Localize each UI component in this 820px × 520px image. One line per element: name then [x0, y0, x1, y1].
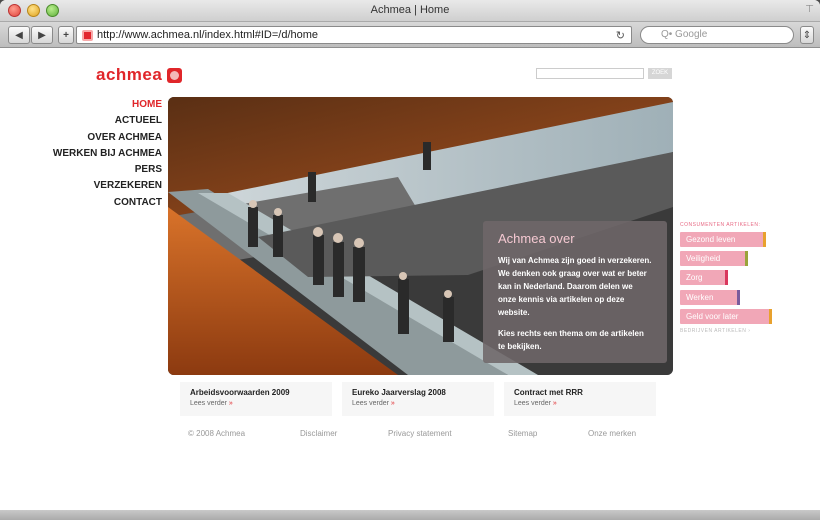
news-item-contract-rrr[interactable]: Contract met RRR Lees verder » — [504, 382, 656, 416]
category-accent — [725, 270, 728, 285]
category-gezond-leven[interactable]: Gezond leven — [680, 232, 766, 247]
news-title: Eureko Jaarverslag 2008 — [352, 388, 446, 397]
nav-item-pers[interactable]: PERS — [18, 162, 162, 178]
category-label: Werken — [686, 293, 714, 302]
news-item-arbeidsvoorwaarden[interactable]: Arbeidsvoorwaarden 2009 Lees verder » — [180, 382, 332, 416]
status-bar — [0, 510, 820, 520]
about-instruction: Kies rechts een thema om de artikelen te… — [498, 329, 644, 351]
category-geld-voor-later[interactable]: Geld voor later — [680, 309, 772, 324]
nav-item-home[interactable]: HOME — [18, 97, 162, 113]
nav-item-verzekeren[interactable]: VERZEKEREN — [18, 178, 162, 194]
news-item-eureko-jaarverslag[interactable]: Eureko Jaarverslag 2008 Lees verder » — [342, 382, 494, 416]
copyright-text: © 2008 Achmea — [188, 429, 246, 438]
about-text: Wij van Achmea zijn goed in verzekeren. … — [498, 256, 652, 317]
category-label: Geld voor later — [686, 312, 739, 321]
footer-link-disclaimer[interactable]: Disclaimer — [300, 429, 337, 438]
web-page: achmea ZOEK HOME ACTUEEL OVER ACHMEA WER… — [8, 48, 812, 510]
site-search-button[interactable]: ZOEK — [648, 68, 672, 79]
footer-link-privacy[interactable]: Privacy statement — [388, 429, 452, 438]
consumer-articles-header: CONSUMENTEN ARTIKELEN: — [680, 222, 761, 228]
reload-icon[interactable]: ↻ — [616, 28, 625, 44]
search-placeholder: Q• Google — [661, 29, 708, 40]
logo-text: achmea — [96, 65, 163, 84]
footer-link-onze-merken[interactable]: Onze merken — [588, 429, 636, 438]
news-title: Contract met RRR — [514, 388, 583, 397]
title-bar: Achmea | Home ⊤ — [0, 0, 820, 22]
main-navigation: HOME ACTUEEL OVER ACHMEA WERKEN BIJ ACHM… — [18, 97, 162, 211]
forward-button[interactable]: ▶ — [31, 26, 53, 44]
nav-item-actueel[interactable]: ACTUEEL — [18, 113, 162, 129]
category-accent — [737, 290, 740, 305]
bookmarks-menu-icon[interactable]: ⇕ — [800, 26, 814, 44]
about-title: Achmea over — [498, 231, 575, 246]
news-title: Arbeidsvoorwaarden 2009 — [190, 388, 290, 397]
category-werken[interactable]: Werken — [680, 290, 740, 305]
about-panel: Achmea over Wij van Achmea zijn goed in … — [483, 221, 667, 363]
achmea-logo[interactable]: achmea — [96, 65, 183, 85]
category-accent — [745, 251, 748, 266]
logo-mark-icon — [167, 67, 183, 83]
browser-window: Achmea | Home ⊤ ◀ ▶ + http://www.achmea.… — [0, 0, 820, 520]
url-field[interactable]: http://www.achmea.nl/index.html#ID=/d/ho… — [76, 26, 632, 44]
nav-item-werken-bij-achmea[interactable]: WERKEN BIJ ACHMEA — [18, 146, 162, 162]
category-veiligheid[interactable]: Veiligheid — [680, 251, 748, 266]
category-label: Gezond leven — [686, 235, 736, 244]
back-button[interactable]: ◀ — [8, 26, 30, 44]
business-articles-link[interactable]: BEDRIJVEN ARTIKELEN › — [680, 328, 750, 334]
url-text: http://www.achmea.nl/index.html#ID=/d/ho… — [97, 29, 319, 41]
footer-link-sitemap[interactable]: Sitemap — [508, 429, 537, 438]
site-favicon-icon — [82, 30, 93, 41]
browser-toolbar: ◀ ▶ + http://www.achmea.nl/index.html#ID… — [0, 22, 820, 48]
category-accent — [763, 232, 766, 247]
read-more-link[interactable]: Lees verder » — [514, 400, 646, 407]
category-label: Veiligheid — [686, 254, 721, 263]
site-search-input[interactable] — [536, 68, 644, 79]
toolbar-toggle-icon[interactable]: ⊤ — [805, 4, 814, 15]
add-bookmark-button[interactable]: + — [58, 26, 74, 44]
web-search-input[interactable]: Q• Google — [640, 26, 794, 44]
category-zorg[interactable]: Zorg — [680, 270, 728, 285]
read-more-link[interactable]: Lees verder » — [190, 400, 322, 407]
read-more-link[interactable]: Lees verder » — [352, 400, 484, 407]
category-accent — [769, 309, 772, 324]
nav-item-over-achmea[interactable]: OVER ACHMEA — [18, 130, 162, 146]
window-title: Achmea | Home — [370, 4, 450, 16]
nav-item-contact[interactable]: CONTACT — [18, 195, 162, 211]
category-label: Zorg — [686, 273, 703, 282]
